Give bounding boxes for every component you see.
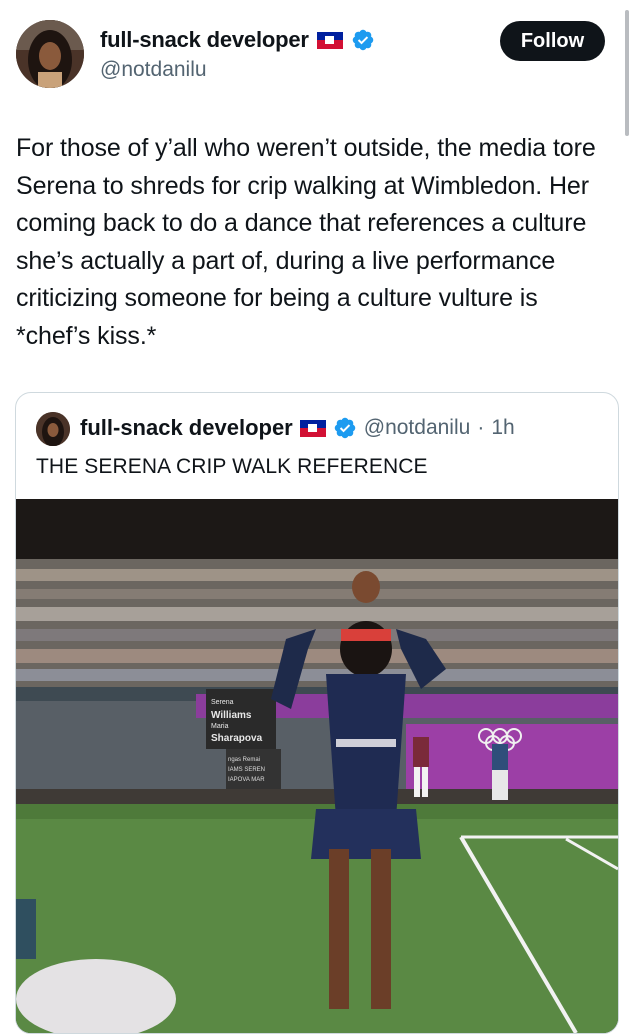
author-name-row: full-snack developer [100, 27, 375, 53]
page-scrollbar[interactable] [625, 10, 629, 136]
haiti-flag-icon [316, 31, 343, 49]
quoted-avatar-photo [36, 412, 70, 446]
author-avatar[interactable] [16, 20, 84, 88]
ball-person [492, 744, 508, 800]
author-handle[interactable]: @notdanilu [100, 58, 207, 82]
verified-badge-icon[interactable] [351, 28, 375, 52]
quoted-header: full-snack developer @notdanilu · 1h [80, 415, 515, 441]
quoted-timestamp: 1h [491, 416, 515, 439]
tweet-text: For those of y’all who weren’t outside, … [16, 134, 596, 350]
quoted-author-name: full-snack developer [80, 415, 293, 440]
author-name[interactable]: full-snack developer [100, 27, 309, 53]
haiti-flag-icon [299, 419, 326, 437]
quoted-author-handle: @notdanilu [363, 416, 471, 439]
follow-button[interactable]: Follow [500, 21, 605, 61]
small-board-line-3: IAPOVA MAR [228, 777, 265, 783]
small-board-line-2: IAMS SEREN [228, 767, 265, 773]
quoted-author-avatar[interactable] [36, 412, 70, 446]
scoreboard-line-1: Serena [211, 699, 234, 706]
quoted-media-gif[interactable]: Serena Williams Maria Sharapova ngas Rem… [16, 499, 618, 1033]
scoreboard-line-4: Sharapova [211, 733, 263, 744]
scoreboard-line-2: Williams [211, 710, 252, 721]
meta-separator: · [477, 416, 485, 439]
scoreboard-line-3: Maria [211, 723, 229, 730]
avatar-photo [16, 20, 84, 88]
quoted-tweet-text: THE SERENA CRIP WALK REFERENCE [36, 455, 428, 478]
quoted-tweet-card[interactable]: full-snack developer @notdanilu · 1h THE S… [15, 392, 619, 1034]
verified-badge-icon [334, 417, 355, 439]
small-board-line-1: ngas Remai [228, 757, 260, 763]
